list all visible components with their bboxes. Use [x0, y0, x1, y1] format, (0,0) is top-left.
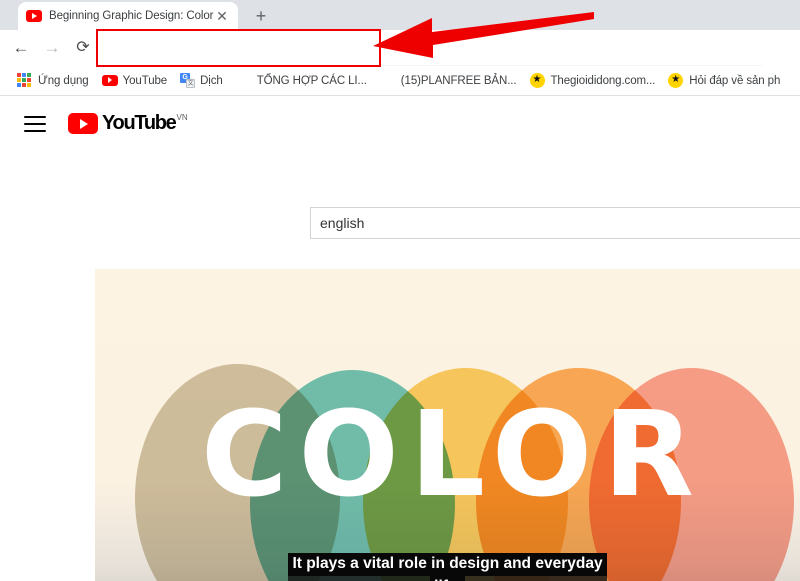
- youtube-masthead: YouTube VN: [0, 96, 800, 157]
- youtube-country-code: VN: [176, 113, 188, 122]
- bookmark-label: Dịch: [200, 74, 223, 87]
- search-input[interactable]: english: [310, 207, 800, 239]
- browser-tab[interactable]: Beginning Graphic Design: Color ✕: [18, 2, 238, 30]
- bookmark-label: Ứng dụng: [38, 74, 89, 87]
- bookmark-item-tong-hop[interactable]: TỔNG HỢP CÁC LI...: [231, 70, 372, 92]
- reload-icon[interactable]: ⟳: [72, 37, 94, 59]
- back-arrow-icon[interactable]: ←: [10, 37, 32, 59]
- caption-line-2: life.: [430, 576, 465, 581]
- caption-line-1: It plays a vital role in design and ever…: [288, 553, 607, 576]
- bookmark-label: Hỏi đáp về sản ph: [689, 74, 781, 87]
- youtube-icon: [26, 10, 42, 22]
- red-arrow-annotation: [373, 12, 594, 58]
- bookmark-item-planfree[interactable]: (15)PLANFREE BẢN...: [375, 70, 522, 92]
- youtube-logo-text: YouTube: [102, 112, 177, 134]
- new-tab-button[interactable]: +: [250, 6, 272, 28]
- youtube-icon: [101, 73, 118, 89]
- bookmark-item-thegioididong[interactable]: ★ Thegioididong.com...: [525, 70, 661, 92]
- bookmark-item-apps[interactable]: Ứng dụng: [12, 70, 94, 92]
- apps-grid-icon: [17, 72, 33, 89]
- star-badge-icon: ★: [529, 72, 546, 89]
- bookmark-item-translate[interactable]: G文 Dịch: [175, 70, 228, 92]
- search-input-value: english: [320, 215, 365, 231]
- tab-title: Beginning Graphic Design: Color: [49, 10, 214, 22]
- bookmark-item-hoi-dap[interactable]: ★ Hỏi đáp về sản ph: [663, 70, 785, 92]
- star-badge-icon: ★: [668, 72, 684, 89]
- video-title-word: COLOR: [200, 385, 706, 523]
- forward-arrow-icon[interactable]: →: [41, 37, 63, 59]
- video-captions: It plays a vital role in design and ever…: [95, 553, 800, 581]
- youtube-play-icon: [68, 113, 98, 134]
- google-docs-icon: [380, 73, 396, 89]
- youtube-logo[interactable]: YouTube VN: [68, 112, 188, 135]
- google-docs-icon: [236, 73, 252, 89]
- video-player[interactable]: COLOR It plays a vital role in design an…: [95, 269, 800, 581]
- google-translate-icon: G文: [180, 73, 196, 88]
- browser-window: Beginning Graphic Design: Color ✕ + ← → …: [0, 0, 800, 581]
- bookmark-label: TỔNG HỢP CÁC LI...: [256, 74, 367, 87]
- hamburger-menu-icon[interactable]: [24, 116, 46, 134]
- bookmark-label: YouTube: [122, 74, 168, 87]
- bookmarks-bar: Ứng dụng YouTube G文 Dịch TỔNG HỢP CÁC LI…: [0, 66, 800, 96]
- bookmark-label: Thegioididong.com...: [550, 74, 656, 87]
- bookmark-label: (15)PLANFREE BẢN...: [400, 74, 517, 87]
- youtube-page: YouTube VN english COLOR It plays a vita…: [0, 96, 800, 581]
- close-icon[interactable]: ✕: [214, 8, 230, 24]
- bookmark-item-youtube[interactable]: YouTube: [97, 70, 173, 92]
